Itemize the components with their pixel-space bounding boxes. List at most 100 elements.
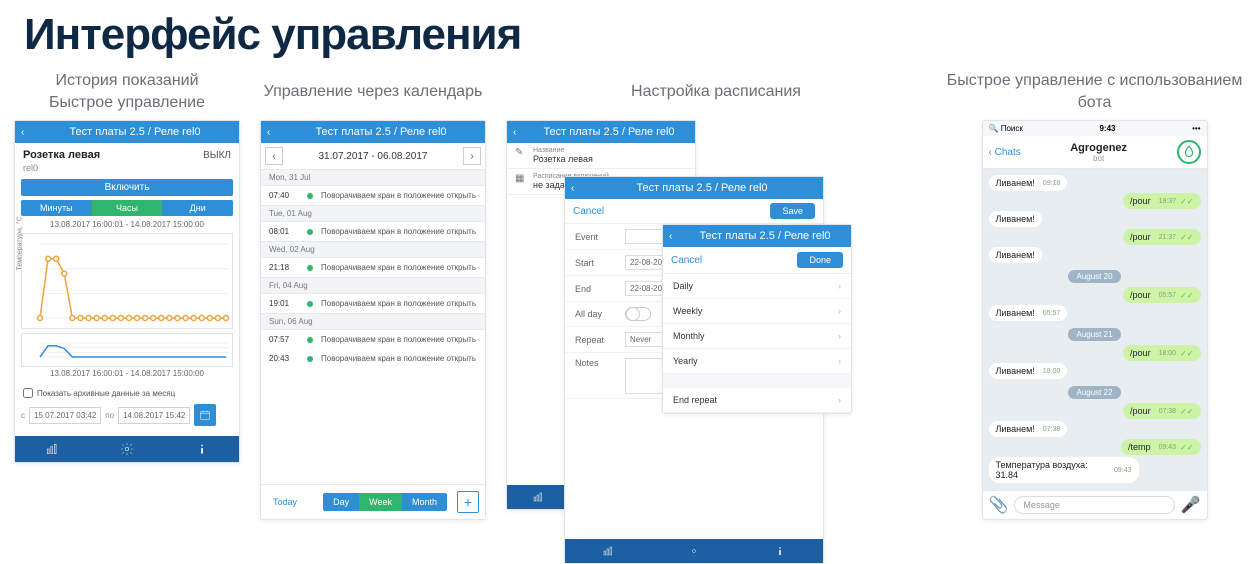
outgoing-message[interactable]: /pour21:37✓✓ bbox=[1123, 229, 1200, 245]
chart-tab-icon[interactable] bbox=[565, 539, 651, 563]
tab-minutes[interactable]: Минуты bbox=[21, 200, 92, 216]
repeat-option[interactable]: Daily› bbox=[663, 274, 851, 299]
date-separator: August 22 bbox=[989, 382, 1201, 400]
tab-hours[interactable]: Часы bbox=[92, 200, 163, 216]
event-row[interactable]: 19:01Поворачиваем кран в положение откры… bbox=[261, 294, 485, 313]
incoming-message[interactable]: Ливанем! bbox=[989, 211, 1042, 227]
back-icon[interactable]: ‹ bbox=[267, 127, 283, 138]
add-event-button[interactable]: + bbox=[457, 491, 479, 513]
end-repeat-label: End repeat bbox=[673, 395, 717, 405]
overview-chart bbox=[21, 333, 233, 367]
attach-icon[interactable]: 📎 bbox=[989, 495, 1009, 515]
settings-tab-icon[interactable] bbox=[651, 539, 737, 563]
event-time: 07:40 bbox=[269, 191, 299, 200]
chart-tab-icon[interactable] bbox=[507, 485, 570, 509]
back-icon[interactable]: ‹ bbox=[571, 183, 587, 194]
chart-tab-icon[interactable] bbox=[15, 436, 90, 462]
allday-toggle[interactable] bbox=[625, 307, 651, 321]
option-label: Monthly bbox=[673, 331, 705, 341]
calendar-panel: ‹ Тест платы 2.5 / Реле rel0 ‹ 31.07.201… bbox=[260, 120, 486, 520]
back-icon[interactable]: ‹ bbox=[669, 231, 685, 242]
info-tab-icon[interactable] bbox=[164, 436, 239, 462]
mic-icon[interactable]: 🎤 bbox=[1181, 495, 1201, 515]
status-indicators: ••• bbox=[1192, 124, 1200, 133]
name-label: Название bbox=[533, 147, 593, 154]
name-value[interactable]: Розетка левая bbox=[533, 154, 593, 164]
event-text: Поворачиваем кран в положение открыть bbox=[321, 227, 476, 236]
cancel-button[interactable]: Cancel bbox=[573, 206, 604, 217]
view-segment: Day Week Month bbox=[323, 493, 447, 511]
repeat-option[interactable]: Yearly› bbox=[663, 349, 851, 374]
event-row[interactable]: 08:01Поворачиваем кран в положение откры… bbox=[261, 222, 485, 241]
seg-week[interactable]: Week bbox=[359, 493, 402, 511]
edit-icon: ✎ bbox=[515, 147, 527, 158]
status-dot-icon bbox=[307, 301, 313, 307]
event-row[interactable]: 07:57Поворачиваем кран в положение откры… bbox=[261, 330, 485, 349]
read-tick-icon: ✓✓ bbox=[1180, 291, 1193, 300]
repeat-option[interactable]: Weekly › bbox=[663, 299, 851, 324]
day-header: Tue, 01 Aug bbox=[261, 205, 485, 222]
message-row: Ливанем!18:00 bbox=[989, 363, 1201, 379]
y-axis-label: Температура, °C bbox=[17, 216, 24, 270]
bot-name: Agrogenez bbox=[1021, 142, 1177, 154]
read-tick-icon: ✓✓ bbox=[1180, 197, 1193, 206]
incoming-message[interactable]: Ливанем!05:57 bbox=[989, 305, 1068, 321]
calendar-icon: ▦ bbox=[515, 173, 527, 184]
to-date-input[interactable]: 14.08.2017 15:42 bbox=[118, 407, 190, 424]
tab-days[interactable]: Дни bbox=[162, 200, 233, 216]
save-button[interactable]: Save bbox=[770, 203, 815, 219]
seg-month[interactable]: Month bbox=[402, 493, 447, 511]
today-button[interactable]: Today bbox=[267, 497, 303, 507]
notes-label: Notes bbox=[575, 358, 625, 368]
event-row[interactable]: 07:40Поворачиваем кран в положение откры… bbox=[261, 186, 485, 205]
event-row[interactable]: 21:18Поворачиваем кран в положение откры… bbox=[261, 258, 485, 277]
outgoing-message[interactable]: /pour18:00✓✓ bbox=[1123, 345, 1200, 361]
allday-label: All day bbox=[575, 309, 625, 319]
outgoing-message[interactable]: /temp09:43✓✓ bbox=[1121, 439, 1200, 455]
back-icon[interactable]: ‹ bbox=[513, 127, 529, 138]
cancel-button[interactable]: Cancel bbox=[671, 255, 702, 266]
message-row: /pour18:00✓✓ bbox=[989, 345, 1201, 361]
option-label: Yearly bbox=[673, 356, 698, 366]
day-header: Mon, 31 Jul bbox=[261, 169, 485, 186]
avatar[interactable] bbox=[1177, 140, 1201, 164]
message-row: /pour05:57✓✓ bbox=[989, 287, 1201, 303]
info-tab-icon[interactable] bbox=[737, 539, 823, 563]
chevron-right-icon: › bbox=[838, 306, 841, 316]
event-row[interactable]: 20:43Поворачиваем кран в положение откры… bbox=[261, 349, 485, 368]
outgoing-message[interactable]: /pour05:57✓✓ bbox=[1123, 287, 1200, 303]
col2-title: Управление через календарь bbox=[264, 70, 483, 114]
back-icon[interactable]: ‹ bbox=[21, 127, 37, 138]
status-badge: ВЫКЛ bbox=[203, 150, 231, 161]
archive-checkbox[interactable] bbox=[23, 388, 33, 398]
calendar-icon[interactable] bbox=[194, 404, 216, 426]
outgoing-message[interactable]: /pour07:38✓✓ bbox=[1123, 403, 1200, 419]
incoming-message[interactable]: Ливанем!18:00 bbox=[989, 363, 1068, 379]
archive-checkbox-row[interactable]: Показать архивные данные за месяц bbox=[15, 382, 239, 404]
history-panel: ‹ Тест платы 2.5 / Реле rel0 Розетка лев… bbox=[14, 120, 240, 463]
message-input[interactable]: Message bbox=[1014, 496, 1174, 514]
incoming-message[interactable]: Ливанем!07:38 bbox=[989, 421, 1068, 437]
end-repeat-row[interactable]: End repeat › bbox=[663, 388, 851, 413]
incoming-message[interactable]: Ливанем! bbox=[989, 247, 1042, 263]
end-label: End bbox=[575, 284, 625, 294]
incoming-message[interactable]: Температура воздуха: 31.8409:43 bbox=[989, 457, 1139, 483]
event-time: 07:57 bbox=[269, 335, 299, 344]
settings-tab-icon[interactable] bbox=[90, 436, 165, 462]
turn-on-button[interactable]: Включить bbox=[21, 179, 233, 196]
chats-back-button[interactable]: ‹ Chats bbox=[989, 147, 1021, 158]
repeat-option[interactable]: Monthly› bbox=[663, 324, 851, 349]
next-week-button[interactable]: › bbox=[463, 147, 481, 165]
col1-title: История показаний Быстрое управление bbox=[49, 70, 205, 114]
incoming-message[interactable]: Ливанем!09:18 bbox=[989, 175, 1068, 191]
prev-week-button[interactable]: ‹ bbox=[265, 147, 283, 165]
from-date-input[interactable]: 15.07.2017 03:42 bbox=[29, 407, 101, 424]
event-label: Event bbox=[575, 232, 625, 242]
panel-title: Тест платы 2.5 / Реле rel0 bbox=[685, 230, 845, 242]
done-button[interactable]: Done bbox=[797, 252, 843, 268]
outgoing-message[interactable]: /pour19:37✓✓ bbox=[1123, 193, 1200, 209]
option-label: Weekly bbox=[673, 306, 702, 316]
status-dot-icon bbox=[307, 265, 313, 271]
chevron-right-icon: › bbox=[838, 395, 841, 405]
seg-day[interactable]: Day bbox=[323, 493, 359, 511]
